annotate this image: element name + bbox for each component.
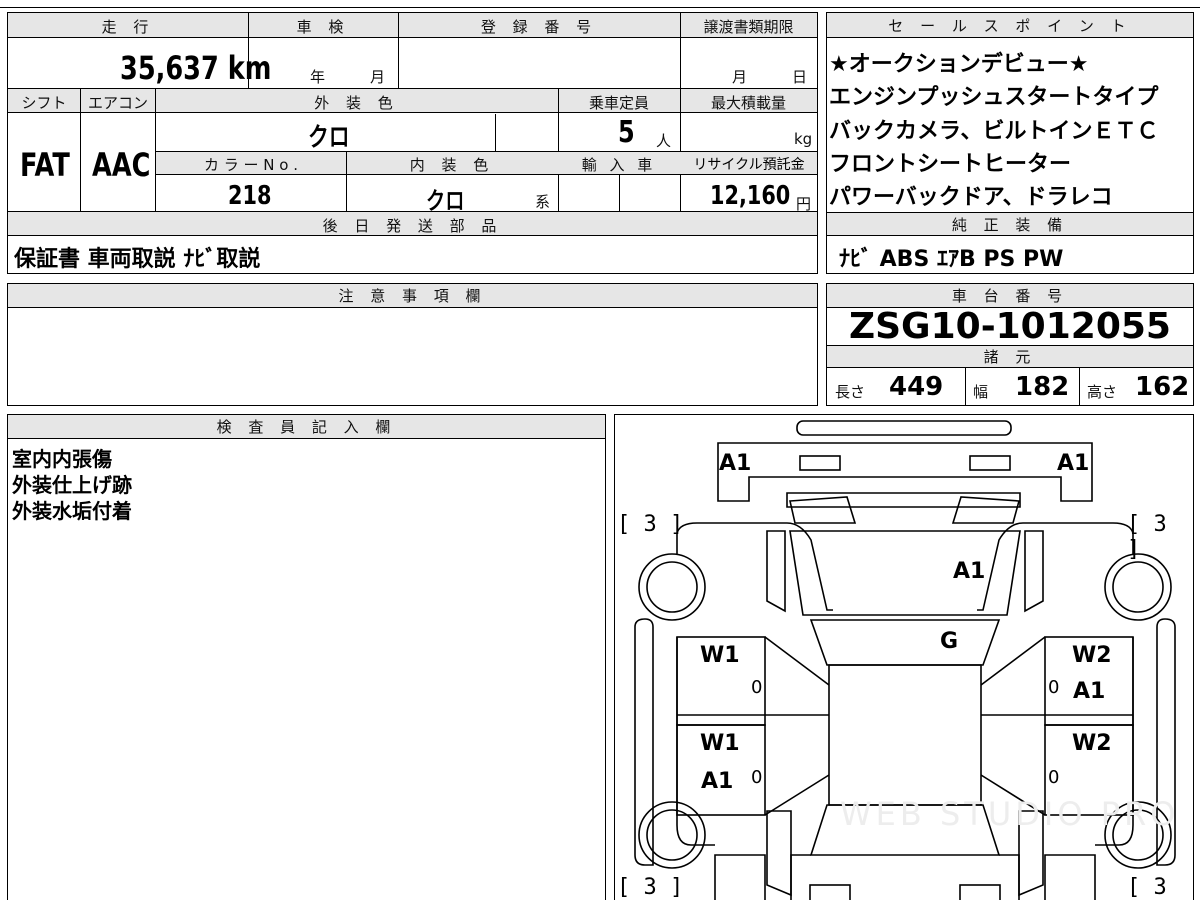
color-no-label: カ ラ ー N o . [203,156,298,174]
width-value: 182 [1015,372,1070,402]
inspector-box: 検 査 員 記 入 欄 室内内張傷 外装仕上げ跡 外装水垢付着 [7,414,606,900]
import-label: 輸 入 車 [581,156,657,174]
mileage-label: 走 行 [101,18,155,36]
shaken-label: 車 検 [296,18,350,36]
sales-points-box: セ ー ル ス ポ イ ン ト ★オークションデビュー★ エンジンプッシュスター… [826,12,1194,274]
later-parts-label: 後 日 発 送 部 品 [322,217,503,235]
inspector-line-3: 外装水垢付着 [12,499,132,523]
interior-color-label: 内 装 色 [409,156,495,174]
mark-windshield: G [940,629,959,654]
shaken-month: 月 [370,68,386,86]
transfer-day: 日 [792,68,808,86]
recycle-label: リサイクル預託金 [693,157,805,173]
equipment-header: 純 正 装 備 [827,212,1193,236]
tire-front-right: [ 3 ] [1127,512,1167,562]
mark-fl-door-zero: 0 [751,677,763,698]
sales-point-4: フロントシートヒーター [829,152,1072,177]
sales-point-3: バックカメラ、ビルトインＥＴＣ [829,119,1159,144]
tire-front-left: [ 3 ] [617,512,684,537]
chassis-box: 車 台 番 号 ZSG10-1012055 諸 元 長さ 449 幅 182 高… [826,283,1194,406]
capacity-label: 乗車定員 [588,94,649,112]
registration-label: 登 録 番 号 [480,18,598,36]
mark-rr-door-zero: 0 [1048,767,1060,788]
chassis-header: 車 台 番 号 [827,284,1193,308]
capacity-value: 5 [618,115,635,150]
top-cutoff-row [0,0,1200,8]
ac-label: エアコン [87,94,148,112]
car-diagram-box: WEB STUDIO PRO A1 A1 A1 G W1 0 W2 0 A1 W… [614,414,1194,900]
shaken-year: 年 [310,68,326,86]
later-parts-value: 保証書 車両取説 ﾅﾋﾞ取説 [14,247,261,272]
sales-point-5: パワーバックドア、ドラレコ [829,185,1113,210]
mark-fr-door-zero: 0 [1048,677,1060,698]
tire-rear-left: [ 3 ] [617,875,684,900]
mark-rl-door-bottom: A1 [701,769,734,794]
transfer-month: 月 [732,68,748,86]
mark-rr-door-top: W2 [1072,731,1112,756]
exterior-color-label: 外 装 色 [314,94,399,112]
shift-label: シフト [21,94,67,112]
equipment-value: ﾅﾋﾞ ABS ｴｱB PS PW [839,247,1064,272]
transfer-deadline-label: 譲渡書類期限 [703,18,794,36]
mark-rl-door-zero: 0 [751,767,763,788]
inspector-line-2: 外装仕上げ跡 [12,473,132,497]
exterior-color-value: クロ [308,123,350,153]
mark-rl-door-top: W1 [700,731,740,756]
ac-value: AAC [92,146,151,184]
sales-point-2: エンジンプッシュスタートタイプ [829,85,1159,110]
interior-color-unit: 系 [535,193,551,211]
vehicle-info-table: 走 行 車 検 登 録 番 号 譲渡書類期限 35,637 km 年 月 月 日… [7,12,818,274]
shift-value: FAT [20,146,70,184]
capacity-unit: 人 [656,132,672,150]
mark-fr-door-bottom: A1 [1073,679,1106,704]
diagram-watermark: WEB STUDIO PRO [840,795,1180,833]
color-no-value: 218 [228,181,272,211]
chassis-number: ZSG10-1012055 [849,306,1171,347]
length-value: 449 [889,372,944,402]
width-label: 幅 [973,383,989,401]
inspector-line-1: 室内内張傷 [12,447,112,471]
recycle-value: 12,160 [710,181,791,211]
max-load-label: 最大積載量 [710,94,786,112]
mark-fl-door-top: W1 [700,643,740,668]
sales-point-1: ★オークションデビュー★ [829,52,1089,77]
mark-front-left: A1 [719,451,752,476]
sales-points-header: セ ー ル ス ポ イ ン ト [827,13,1193,38]
mark-fr-door-top: W2 [1072,643,1112,668]
tire-rear-right: [ 3 ] [1127,875,1167,900]
mark-front-right: A1 [1057,451,1090,476]
notes-header: 注 意 事 項 欄 [8,284,817,308]
length-label: 長さ [835,383,866,401]
spec-header: 諸 元 [827,345,1193,368]
notes-box: 注 意 事 項 欄 [7,283,818,406]
max-load-unit: kg [794,130,813,148]
inspector-header: 検 査 員 記 入 欄 [8,415,605,439]
height-label: 高さ [1087,383,1118,401]
mark-hood: A1 [953,559,986,584]
height-value: 162 [1135,372,1190,402]
